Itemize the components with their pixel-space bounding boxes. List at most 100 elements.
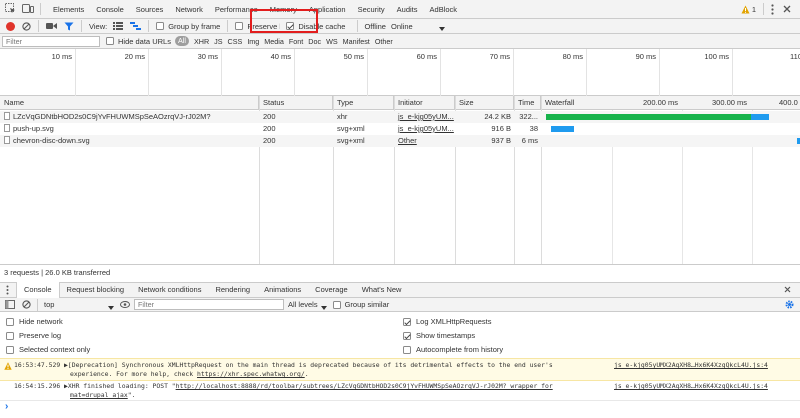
- column-header-type[interactable]: Type: [333, 96, 394, 110]
- drawer-tab-console[interactable]: Console: [16, 282, 60, 298]
- message-text: experience. For more help, check: [70, 370, 194, 378]
- overview-tick-line: [75, 49, 76, 96]
- filter-type-xhr[interactable]: XHR: [194, 37, 209, 46]
- waterfall-bar-waiting[interactable]: [545, 114, 752, 120]
- column-header-name[interactable]: Name: [0, 96, 259, 110]
- console-option-checkbox[interactable]: [403, 345, 411, 354]
- message-text: .: [304, 370, 309, 378]
- message-url-link[interactable]: http://localhost:8888/rd/toolbar/subtree…: [176, 382, 553, 390]
- message-source-link[interactable]: js_e-kjg05yUMX2AqXH8…Hx6K4XzgQkcL4U.js:4: [614, 382, 768, 390]
- console-settings-gear-icon[interactable]: [785, 300, 794, 309]
- log-levels-select[interactable]: All levels: [288, 300, 318, 309]
- console-option-right-1[interactable]: Show timestamps: [403, 331, 475, 340]
- drawer-tab-request-blocking[interactable]: Request blocking: [60, 282, 132, 298]
- overview-tick-line: [440, 49, 441, 96]
- close-icon[interactable]: [783, 5, 792, 14]
- console-option-checkbox[interactable]: [6, 345, 14, 354]
- cell-initiator[interactable]: Other: [394, 135, 455, 147]
- tab-sources[interactable]: Sources: [130, 0, 170, 19]
- context-select[interactable]: top: [44, 300, 108, 309]
- inspect-element-icon[interactable]: [5, 3, 17, 15]
- tab-adblock[interactable]: AdBlock: [424, 0, 464, 19]
- group-by-frame-checkbox[interactable]: [156, 22, 165, 30]
- filter-type-font[interactable]: Font: [289, 37, 303, 46]
- filter-type-css[interactable]: CSS: [228, 37, 243, 46]
- filter-funnel-icon[interactable]: [64, 22, 74, 31]
- device-toolbar-icon[interactable]: [22, 3, 34, 15]
- console-option-checkbox[interactable]: [403, 331, 411, 340]
- filter-type-js[interactable]: JS: [214, 37, 222, 46]
- warning-count[interactable]: 1: [752, 5, 756, 14]
- waterfall-overview-icon[interactable]: [130, 22, 142, 30]
- drawer-tab-coverage[interactable]: Coverage: [308, 282, 355, 298]
- hide-data-urls-checkbox[interactable]: [106, 37, 114, 45]
- cell-name[interactable]: push-up.svg: [0, 123, 259, 135]
- levels-dropdown-icon[interactable]: [320, 303, 327, 310]
- filter-type-doc[interactable]: Doc: [308, 37, 321, 46]
- tab-network[interactable]: Network: [169, 0, 209, 19]
- console-option-left-1[interactable]: Preserve log: [6, 331, 61, 340]
- tab-console[interactable]: Console: [90, 0, 130, 19]
- large-rows-icon[interactable]: [113, 22, 124, 30]
- context-dropdown-icon[interactable]: [108, 303, 114, 310]
- filter-type-manifest[interactable]: Manifest: [343, 37, 370, 46]
- column-header-initiator[interactable]: Initiator: [394, 96, 455, 110]
- console-option-checkbox[interactable]: [6, 317, 14, 326]
- console-option-checkbox[interactable]: [403, 317, 411, 326]
- drawer-tab-animations[interactable]: Animations: [257, 282, 308, 298]
- message-link[interactable]: https://xhr.spec.whatwg.org/: [197, 370, 305, 378]
- overview-tick-label: 10 ms: [51, 52, 72, 61]
- clear-console-icon[interactable]: [22, 300, 31, 309]
- filter-input[interactable]: Filter: [2, 35, 100, 47]
- console-option-checkbox[interactable]: [6, 331, 14, 340]
- more-options-icon[interactable]: [771, 3, 775, 15]
- filter-type-img[interactable]: Img: [247, 37, 259, 46]
- message-source-link[interactable]: js_e-kjg05yUMX2AqXH8…Hx6K4XzgQkcL4U.js:4: [614, 361, 768, 369]
- record-icon[interactable]: [6, 21, 15, 31]
- filter-type-other[interactable]: Other: [375, 37, 393, 46]
- cell-name[interactable]: LZcVqGDNtbHOD2s0C9jYvFHUWMSpSeAOzrqVJ-rJ…: [0, 111, 259, 123]
- cell-text: js_e-kjg05yUM...: [398, 124, 454, 133]
- column-header-size[interactable]: Size: [455, 96, 514, 110]
- close-drawer-icon[interactable]: [784, 286, 792, 294]
- separator: [37, 298, 38, 311]
- preserve-log-checkbox[interactable]: [235, 22, 244, 30]
- tab-audits[interactable]: Audits: [391, 0, 424, 19]
- console-option-right-0[interactable]: Log XMLHttpRequests: [403, 317, 491, 326]
- console-filter-input[interactable]: Filter: [134, 299, 284, 310]
- cell-initiator[interactable]: js_e-kjg05yUM...: [394, 123, 455, 135]
- screenshot-camera-icon[interactable]: [46, 22, 57, 30]
- clear-icon[interactable]: [22, 21, 31, 31]
- filter-type-all[interactable]: All: [174, 36, 189, 46]
- column-header-status[interactable]: Status: [259, 96, 333, 110]
- drawer-tab-rendering[interactable]: Rendering: [208, 282, 257, 298]
- network-filter-bar: Filter Hide data URLs All XHR JS CSS Img…: [0, 34, 800, 49]
- offline-label[interactable]: Offline: [364, 22, 386, 31]
- console-option-left-0[interactable]: Hide network: [6, 317, 63, 326]
- eye-icon[interactable]: [120, 301, 130, 308]
- filter-type-media[interactable]: Media: [264, 37, 284, 46]
- console-option-right-2[interactable]: Autocomplete from history: [403, 345, 503, 354]
- drawer-tab-network-conditions[interactable]: Network conditions: [131, 282, 208, 298]
- waterfall-bar-download[interactable]: [751, 114, 770, 120]
- network-overview-timeline[interactable]: 10 ms 20 ms 30 ms 40 ms 50 ms 60 ms 70 ms 80 ms…: [0, 49, 800, 96]
- filter-type-ws[interactable]: WS: [326, 37, 338, 46]
- drawer-menu-icon[interactable]: [6, 285, 10, 295]
- cell-name[interactable]: chevron-disc-down.svg: [0, 135, 259, 147]
- console-prompt[interactable]: ›: [5, 401, 8, 412]
- console-option-left-2[interactable]: Selected context only: [6, 345, 90, 354]
- drawer-tab-whats-new[interactable]: What's New: [355, 282, 409, 298]
- cell-initiator[interactable]: js_e-kjg05yUM...: [394, 111, 455, 123]
- tab-elements[interactable]: Elements: [47, 0, 90, 19]
- show-sidebar-icon[interactable]: [5, 300, 15, 309]
- group-similar-checkbox[interactable]: [332, 300, 341, 309]
- warning-icon[interactable]: [741, 5, 750, 14]
- waterfall-bar-download[interactable]: [550, 126, 574, 132]
- message-url-link-cont[interactable]: mat=drupal_ajax: [70, 391, 128, 399]
- message-text: [Deprecation] Synchronous XMLHttpRequest…: [67, 361, 553, 369]
- cell-time: 322...: [514, 111, 541, 123]
- column-header-time[interactable]: Time: [514, 96, 541, 110]
- throttle-select[interactable]: Online: [391, 22, 413, 31]
- dropdown-arrow-icon[interactable]: [438, 24, 445, 31]
- tab-security[interactable]: Security: [352, 0, 391, 19]
